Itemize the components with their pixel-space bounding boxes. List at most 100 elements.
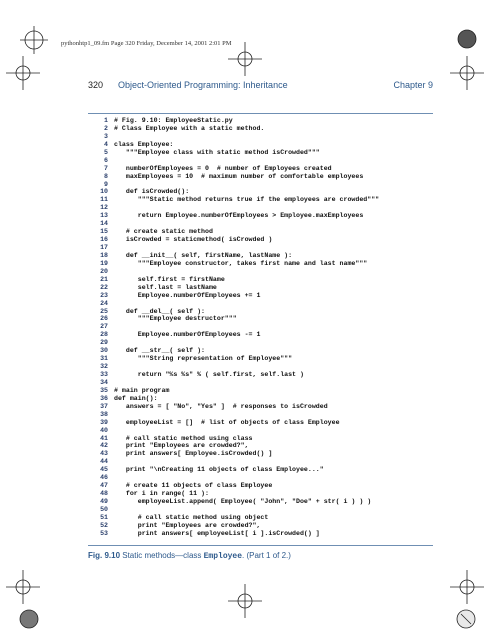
line-number: 17 <box>100 244 108 251</box>
line-code: print "\nCreating 11 objects of class Em… <box>114 466 324 474</box>
line-number: 39 <box>100 418 108 426</box>
caption-class-name: Employee <box>203 552 243 561</box>
line-number: 33 <box>100 371 108 378</box>
line-code: def main(): <box>114 394 158 402</box>
line-number: 15 <box>100 228 108 236</box>
line-code: for i in range( 11 ): <box>114 490 209 498</box>
code-line: 16 isCrowded = staticmethod( isCrowded ) <box>88 236 433 244</box>
code-line: 23 Employee.numberOfEmployees += 1 <box>88 292 433 300</box>
line-code: self.last = lastName <box>114 283 217 291</box>
page-header: 320 Object-Oriented Programming: Inherit… <box>88 80 433 94</box>
code-line: 12 <box>88 204 433 212</box>
line-number: 24 <box>100 299 108 307</box>
line-code: # call static method using class <box>114 434 253 442</box>
page-number: 320 <box>88 80 104 90</box>
code-line: 44 <box>88 458 433 466</box>
code-line: 19 """Employee constructor, takes first … <box>88 260 433 268</box>
line-number: 51 <box>100 513 108 521</box>
line-number: 12 <box>100 204 108 212</box>
code-line: 10 def isCrowded(): <box>88 188 433 196</box>
registration-mark-top-center <box>228 42 262 76</box>
code-line: 38 <box>88 411 433 419</box>
line-number: 10 <box>100 188 108 196</box>
line-code: Employee.numberOfEmployees -= 1 <box>114 331 261 339</box>
code-line: 9 <box>88 181 433 189</box>
figure-caption: Fig. 9.10 Static methods—class Employee.… <box>88 551 433 563</box>
line-number: 16 <box>100 236 108 244</box>
code-line: 40 <box>88 427 433 435</box>
line-code: """Employee destructor""" <box>114 315 237 323</box>
line-code: isCrowded = staticmethod( isCrowded ) <box>114 236 273 244</box>
line-number: 28 <box>100 331 108 339</box>
line-number: 44 <box>100 458 108 466</box>
code-line: 6 <box>88 157 433 165</box>
code-line: 11 """Static method returns true if the … <box>88 196 433 204</box>
line-number: 7 <box>104 164 108 172</box>
code-line: 41 # call static method using class <box>88 435 433 443</box>
code-line: 20 <box>88 268 433 276</box>
line-number: 21 <box>100 275 108 283</box>
line-code: Employee.numberOfEmployees += 1 <box>114 291 261 299</box>
code-line: 15 # create static method <box>88 228 433 236</box>
code-line: 21 self.first = firstName <box>88 276 433 284</box>
printer-slug: pythonhtp1_09.fm Page 320 Friday, Decemb… <box>61 40 232 47</box>
line-number: 48 <box>100 490 108 498</box>
code-line: 32 <box>88 363 433 371</box>
code-line: 37 answers = [ "No", "Yes" ] # responses… <box>88 403 433 411</box>
code-line: 5 """Employee class with static method i… <box>88 149 433 157</box>
code-line: 36 def main(): <box>88 395 433 403</box>
code-line: 13 return Employee.numberOfEmployees > E… <box>88 212 433 220</box>
line-code: """Static method returns true if the emp… <box>114 196 380 204</box>
code-line: 52 print "Employees are crowded?", <box>88 522 433 530</box>
line-number: 38 <box>100 410 108 418</box>
code-line: 43 print answers[ Employee.isCrowded() ] <box>88 450 433 458</box>
line-number: 40 <box>100 426 108 434</box>
line-number: 43 <box>100 450 108 458</box>
line-number: 50 <box>100 505 108 513</box>
line-number: 31 <box>100 355 108 363</box>
code-line: 14 <box>88 220 433 228</box>
line-code: numberOfEmployees = 0 # number of Employ… <box>114 164 332 172</box>
code-line: 3 <box>88 133 433 141</box>
line-number: 26 <box>100 315 108 323</box>
registration-mark-top-right <box>450 56 484 90</box>
line-code: """Employee class with static method isC… <box>114 148 320 156</box>
line-code: employeeList.append( Employee( "John", "… <box>114 498 372 505</box>
code-line: 33 return "%s %s" % ( self.first, self.l… <box>88 371 433 379</box>
line-code: """String representation of Employee""" <box>114 355 293 363</box>
code-line: 17 <box>88 244 433 252</box>
line-number: 32 <box>100 363 108 371</box>
code-line: 22 self.last = lastName <box>88 284 433 292</box>
line-number: 53 <box>100 529 108 537</box>
line-code: def __init__( self, firstName, lastName … <box>114 251 293 259</box>
line-number: 20 <box>100 267 108 275</box>
registration-mark-bottom-far-left <box>18 608 40 630</box>
line-number: 45 <box>100 466 108 474</box>
line-code: # create 11 objects of class Employee <box>114 482 273 490</box>
code-line: 53 print answers[ employeeList[ i ].isCr… <box>88 530 433 538</box>
line-number: 47 <box>100 482 108 490</box>
line-code: return "%s %s" % ( self.first, self.last… <box>114 371 304 378</box>
line-code: print answers[ employeeList[ i ].isCrowd… <box>114 529 320 537</box>
code-line: 35 # main program <box>88 387 433 395</box>
line-code: # call static method using object <box>114 513 269 521</box>
line-code: # create static method <box>114 228 213 236</box>
code-line: 48 for i in range( 11 ): <box>88 490 433 498</box>
line-code: employeeList = [] # list of objects of c… <box>114 418 340 426</box>
line-code: print "Employees are crowded?", <box>114 521 261 529</box>
code-line: 28 Employee.numberOfEmployees -= 1 <box>88 331 433 339</box>
line-code: # Class Employee with a static method. <box>114 124 265 132</box>
line-code: class Employee: <box>114 140 174 148</box>
line-code: print "Employees are crowded?", <box>114 442 249 450</box>
caption-text-after: . (Part 1 of 2.) <box>242 551 291 560</box>
line-number: 29 <box>100 339 108 347</box>
code-line: 2 # Class Employee with a static method. <box>88 125 433 133</box>
line-number: 41 <box>100 434 108 442</box>
line-code: def __del__( self ): <box>114 307 206 315</box>
line-number: 52 <box>100 521 108 529</box>
line-number: 23 <box>100 291 108 299</box>
line-number: 6 <box>104 156 108 164</box>
line-code: # main program <box>114 386 170 394</box>
line-number: 19 <box>100 259 108 267</box>
line-number: 4 <box>104 140 108 148</box>
